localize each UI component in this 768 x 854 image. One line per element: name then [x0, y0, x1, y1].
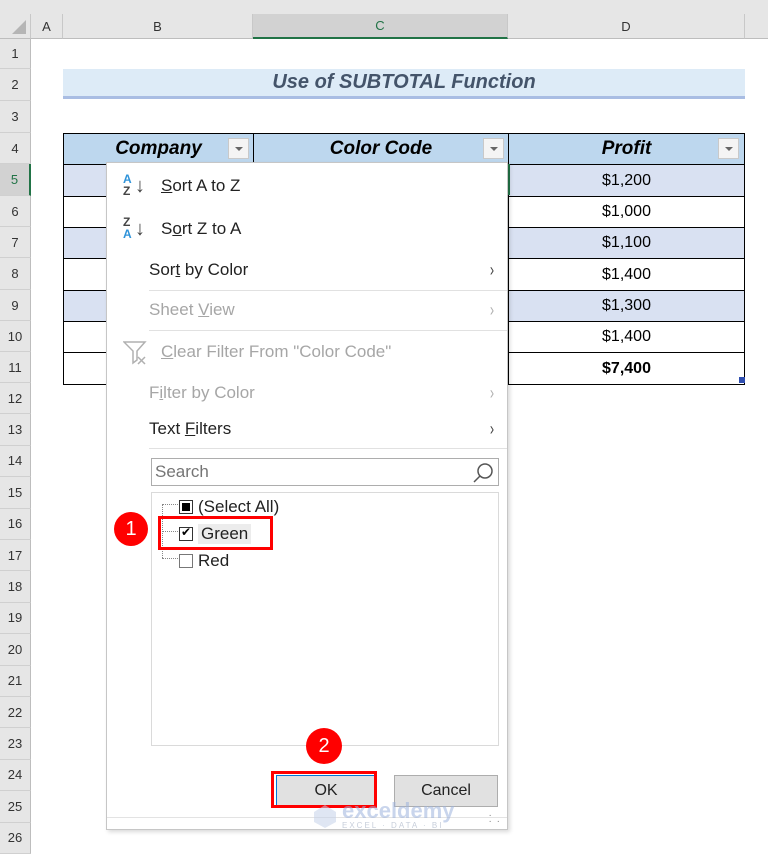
row-header-12[interactable]: 12 — [0, 383, 31, 415]
row-header-1[interactable]: 1 — [0, 39, 31, 69]
clear-filter-icon — [123, 341, 147, 365]
dropdown-arrow-icon — [234, 146, 243, 151]
row-header-18[interactable]: 18 — [0, 571, 31, 603]
row-header-11[interactable]: 11 — [0, 352, 31, 383]
menu-separator — [149, 448, 507, 449]
search-icon[interactable] — [472, 462, 494, 484]
row-header-14[interactable]: 14 — [0, 445, 31, 478]
column-header-a[interactable]: A — [31, 14, 63, 39]
column-header-b[interactable]: B — [63, 14, 253, 39]
menu-clear-filter: Clear Filter From "Color Code" — [107, 335, 507, 369]
company-filter-button[interactable] — [228, 138, 249, 159]
color-code-filter-button[interactable] — [483, 138, 504, 159]
checkbox-partial[interactable] — [179, 500, 193, 514]
exceldemy-logo-icon — [314, 804, 336, 828]
sort-z-to-a-icon: Z A ↓ — [123, 215, 145, 241]
row-header-19[interactable]: 19 — [0, 602, 31, 635]
chevron-right-icon: › — [489, 382, 495, 403]
filter-dropdown: A Z ↓ Sort A to Z Z A ↓ Sort Z to A Sort… — [106, 162, 508, 830]
row-header-25[interactable]: 25 — [0, 791, 31, 823]
menu-sort-by-color[interactable]: Sort by Color › — [107, 253, 507, 287]
header-company: Company — [63, 133, 254, 165]
checkbox-unchecked[interactable] — [179, 554, 193, 568]
menu-label: Clear Filter From "Color Code" — [161, 342, 392, 361]
row-header-10[interactable]: 10 — [0, 321, 31, 352]
cell-profit[interactable]: $7,400 — [508, 352, 745, 385]
step-badge-1: 1 — [114, 512, 148, 546]
row-header-17[interactable]: 17 — [0, 540, 31, 572]
row-header-7[interactable]: 7 — [0, 227, 31, 258]
search-input[interactable] — [152, 462, 452, 482]
row-header-6[interactable]: 6 — [0, 196, 31, 227]
column-header-c[interactable]: C — [253, 14, 508, 39]
row-header-13[interactable]: 13 — [0, 414, 31, 446]
menu-separator — [149, 330, 507, 331]
row-header-21[interactable]: 21 — [0, 665, 31, 697]
tree-line — [162, 558, 178, 559]
row-header-2[interactable]: 2 — [0, 69, 31, 101]
cell-profit[interactable]: $1,200 — [508, 164, 745, 197]
list-item-red[interactable]: Red — [179, 549, 229, 573]
menu-sort-a-to-z[interactable]: A Z ↓ Sort A to Z — [107, 169, 507, 203]
corner-triangle-icon — [12, 20, 26, 34]
column-header-d[interactable]: D — [508, 14, 745, 39]
row-header-5[interactable]: 5 — [0, 164, 31, 196]
tree-line — [162, 504, 178, 505]
menu-label: Filter by Color — [149, 383, 255, 402]
menu-label: Text Filters — [149, 419, 232, 438]
row-header-15[interactable]: 15 — [0, 477, 31, 509]
menu-separator — [149, 290, 507, 291]
select-all-corner[interactable] — [0, 14, 31, 39]
header-company-label: Company — [115, 138, 202, 159]
resize-grip-icon[interactable]: · · · — [489, 811, 501, 827]
menu-label: Sort A to Z — [161, 176, 241, 195]
chevron-right-icon: › — [489, 299, 495, 320]
menu-filter-by-color: Filter by Color › — [107, 376, 507, 410]
highlight-green-item — [158, 516, 273, 550]
cell-profit[interactable]: $1,000 — [508, 196, 745, 228]
row-header-24[interactable]: 24 — [0, 759, 31, 792]
row-header-20[interactable]: 20 — [0, 634, 31, 666]
header-color-code: Color Code — [253, 133, 509, 165]
menu-sort-z-to-a[interactable]: Z A ↓ Sort Z to A — [107, 212, 507, 246]
cell-profit[interactable]: $1,300 — [508, 290, 745, 322]
cell-profit[interactable]: $1,400 — [508, 321, 745, 353]
menu-sheet-view: Sheet View › — [107, 293, 507, 327]
chevron-right-icon: › — [489, 259, 495, 280]
chevron-right-icon: › — [489, 418, 495, 439]
row-header-4[interactable]: 4 — [0, 133, 31, 164]
menu-label: Sort Z to A — [161, 219, 242, 238]
dropdown-arrow-icon — [724, 146, 733, 151]
top-strip — [0, 0, 768, 14]
sheet-title: Use of SUBTOTAL Function — [63, 69, 745, 99]
row-header-16[interactable]: 16 — [0, 508, 31, 540]
watermark: exceldemy EXCEL · DATA · BI — [312, 800, 455, 830]
row-header-3[interactable]: 3 — [0, 101, 31, 133]
menu-text-filters[interactable]: Text Filters › — [107, 412, 507, 446]
menu-label: Sheet View — [149, 300, 235, 319]
header-color-code-label: Color Code — [329, 138, 433, 159]
header-profit: Profit — [508, 133, 745, 165]
menu-label: Sort by Color — [149, 260, 249, 279]
sort-a-to-z-icon: A Z ↓ — [123, 172, 145, 198]
column-header-e[interactable] — [745, 14, 768, 39]
dropdown-arrow-icon — [489, 146, 498, 151]
step-badge-2: 2 — [306, 728, 342, 764]
table-resize-handle[interactable] — [739, 377, 745, 383]
row-header-22[interactable]: 22 — [0, 697, 31, 729]
row-header-8[interactable]: 8 — [0, 258, 31, 290]
profit-filter-button[interactable] — [718, 138, 739, 159]
header-profit-label: Profit — [601, 138, 652, 159]
search-box — [151, 458, 499, 486]
cell-profit[interactable]: $1,100 — [508, 227, 745, 259]
row-header-23[interactable]: 23 — [0, 728, 31, 760]
cell-profit[interactable]: $1,400 — [508, 258, 745, 291]
row-header-9[interactable]: 9 — [0, 290, 31, 321]
